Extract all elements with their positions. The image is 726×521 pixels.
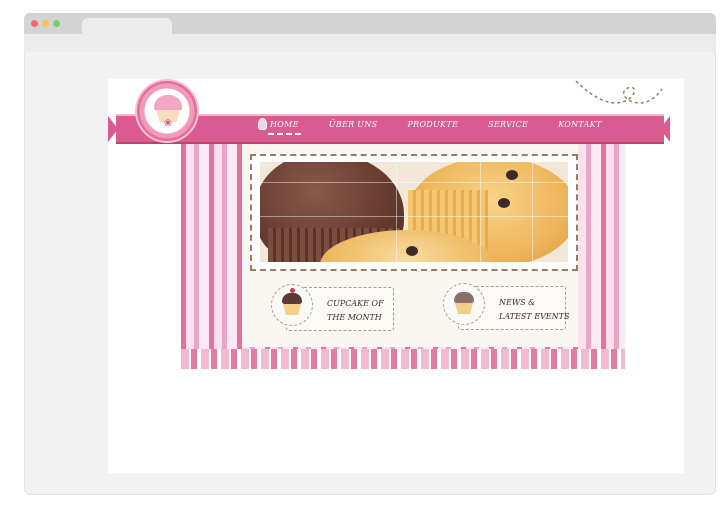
feature-title: Cupcake of the month [327,297,384,325]
cupcake-wrapper-icon [283,304,301,315]
cherry-icon [290,288,295,293]
slider-grid-line [260,182,568,183]
nav-item-ueber-uns[interactable]: Über uns [327,120,380,135]
feature-title-line: latest events [499,312,570,321]
nav-item-label: Über uns [328,120,378,129]
cupcake-wrapper-icon [455,303,473,314]
nav-item-home[interactable]: Home [258,118,301,135]
nav-item-label: Home [270,120,299,129]
page-viewport: ❀ Home Über uns Produkte Service Kontakt [108,79,684,473]
nav-item-label: Service [488,120,529,129]
logo-bow-icon: ❀ [163,118,173,129]
browser-toolbar [24,34,716,52]
hero-muffin-image[interactable] [260,162,568,262]
slider-grid-line [396,162,397,262]
feature-cupcake-of-the-month[interactable]: Cupcake of the month [271,284,394,331]
site-logo[interactable]: ❀ [135,79,199,143]
maximize-window-dot-icon[interactable] [53,20,60,27]
feature-title-line: Cupcake of [327,299,384,308]
feature-title-line: the month [327,313,382,322]
chocolate-chip [406,246,418,256]
main-nav: Home Über uns Produkte Service Kontakt [258,118,604,135]
browser-window: ❀ Home Über uns Produkte Service Kontakt [24,13,716,495]
nav-item-kontakt[interactable]: Kontakt [556,120,603,135]
browser-tab[interactable] [82,18,172,34]
feature-icon-circle [443,283,485,325]
feature-news-latest-events[interactable]: News & latest events [443,283,569,330]
chocolate-chip [498,198,510,208]
nav-item-service[interactable]: Service [486,120,530,135]
slider-grid-line [532,162,533,262]
chocolate-cupcake-icon [282,293,302,304]
slider-grid-line [260,216,568,217]
close-window-dot-icon[interactable] [31,20,38,27]
hero-slider-frame [250,154,578,271]
minimize-window-dot-icon[interactable] [42,20,49,27]
feature-icon-circle [271,284,313,326]
nav-item-label: Produkte [407,120,459,129]
nav-item-produkte[interactable]: Produkte [405,120,460,135]
sprinkle-cupcake-icon [454,292,474,303]
chocolate-chip [506,170,518,180]
logo-cupcake-frosting-icon [154,95,182,111]
nav-item-label: Kontakt [558,120,602,129]
ribbon-right-end [660,116,670,142]
bottom-stripe-border [181,349,625,369]
slider-grid-line [480,162,481,262]
feature-title: News & latest events [499,296,569,324]
dotted-swirl-decoration [575,80,663,104]
browser-titlebar [24,13,716,34]
feature-title-line: News & [499,298,536,307]
cupcake-home-icon [258,118,267,130]
